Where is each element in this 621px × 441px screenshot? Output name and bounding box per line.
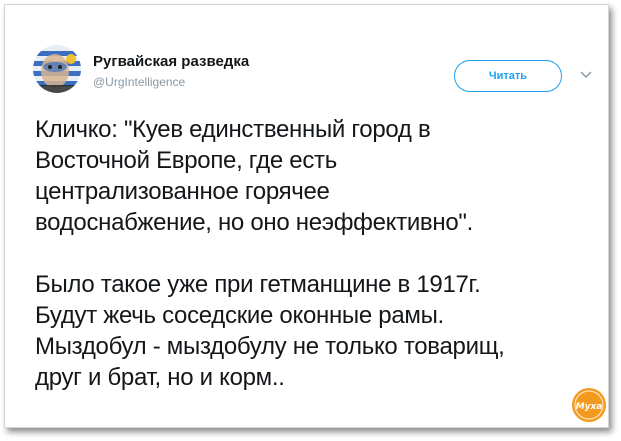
avatar[interactable] <box>33 45 81 93</box>
tweet-card: Ругвайская разведка @UrgIntelligence Чит… <box>4 4 609 428</box>
chevron-down-icon[interactable] <box>579 67 593 79</box>
tweet-text: Кличко: "Куев единственный город в Восто… <box>35 116 505 391</box>
display-name[interactable]: Ругвайская разведка <box>93 53 249 70</box>
avatar-image <box>33 45 81 93</box>
handle[interactable]: @UrgIntelligence <box>93 75 185 89</box>
muha-logo: Муха <box>571 387 607 423</box>
watermark-text: Муха <box>576 402 603 412</box>
follow-button[interactable]: Читать <box>454 60 562 92</box>
